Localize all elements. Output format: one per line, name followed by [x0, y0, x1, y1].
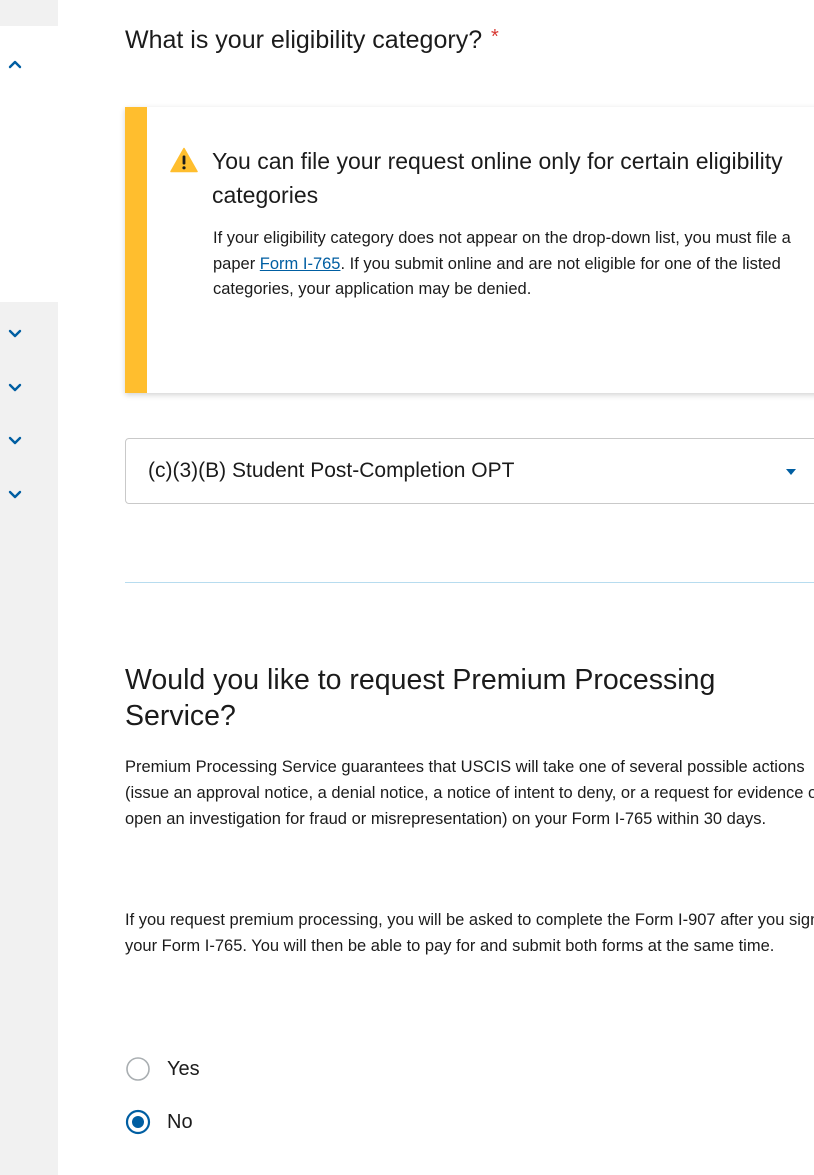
chevron-up-icon[interactable]: [7, 56, 23, 72]
chevron-down-icon[interactable]: [7, 487, 23, 503]
premium-i907-note: If you request premium processing, you w…: [125, 911, 814, 955]
premium-description: Premium Processing Service guarantees th…: [125, 758, 814, 828]
chevron-down-icon[interactable]: [7, 433, 23, 449]
radio-unselected-icon[interactable]: [125, 1056, 151, 1082]
caret-down-icon: [786, 469, 796, 475]
radio-selected-icon[interactable]: [125, 1109, 151, 1135]
select-selected-value: (c)(3)(B) Student Post-Completion OPT: [148, 459, 515, 482]
page: What is your eligibility category? * You…: [0, 0, 814, 1175]
chevron-down-icon[interactable]: [7, 380, 23, 396]
radio-option-no[interactable]: No: [125, 1109, 193, 1135]
eligibility-question-title: What is your eligibility category? *: [125, 26, 499, 55]
question-text: What is your eligibility category?: [125, 26, 483, 54]
section-divider: [125, 582, 814, 583]
required-marker: *: [491, 26, 499, 48]
radio-label-no: No: [167, 1110, 193, 1133]
form-i765-link[interactable]: Form I-765: [260, 255, 341, 273]
eligibility-category-select[interactable]: (c)(3)(B) Student Post-Completion OPT: [125, 438, 814, 504]
alert-heading: You can file your request online only fo…: [212, 148, 783, 208]
warning-icon: [170, 147, 198, 173]
left-rail-top: [0, 0, 58, 26]
alert-accent-bar: [125, 107, 147, 393]
alert-body: If your eligibility category does not ap…: [213, 226, 813, 303]
premium-processing-title: Would you like to request Premium Proces…: [125, 664, 716, 732]
radio-label-yes: Yes: [167, 1057, 200, 1080]
warning-alert: You can file your request online only fo…: [125, 107, 814, 393]
chevron-down-icon[interactable]: [7, 326, 23, 342]
radio-option-yes[interactable]: Yes: [125, 1056, 200, 1082]
